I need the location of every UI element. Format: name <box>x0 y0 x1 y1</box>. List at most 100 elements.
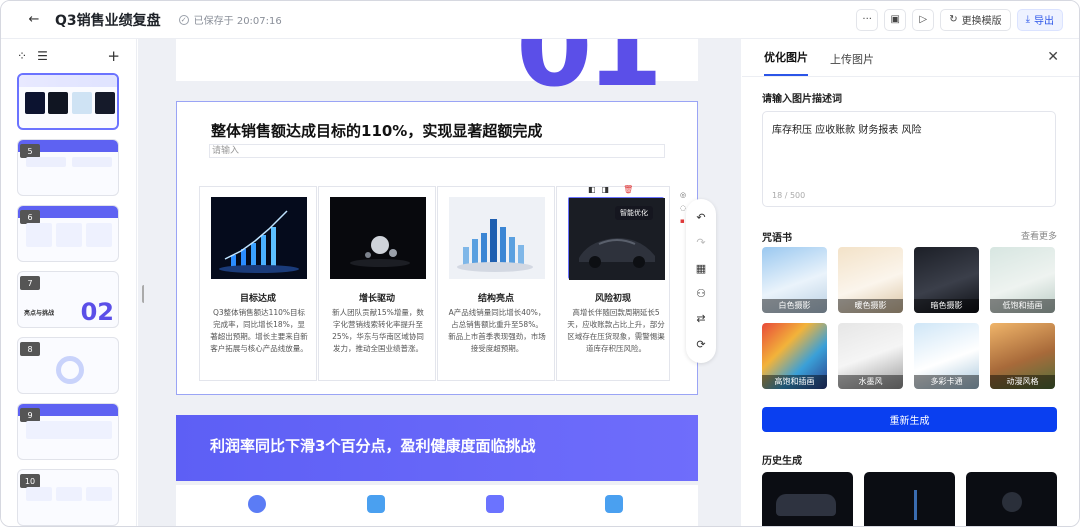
delete-icon[interactable]: 🗑 <box>623 185 633 194</box>
card-title: 目标达成 <box>239 294 276 304</box>
toolbar-actions: ··· ▣ ▷ ↻ 更换模版 ⤓ 导出 <box>856 8 1063 31</box>
slide-thumbnail[interactable]: 8 <box>17 337 119 394</box>
next-slide-banner[interactable]: 利润率同比下滑3个百分点，盈利健康度面临挑战 <box>176 415 698 481</box>
card-image[interactable] <box>449 197 545 279</box>
nodes-icon[interactable]: ⚇ <box>696 287 706 300</box>
description-input[interactable]: 库存积压 应收账款 财务报表 风险 18 / 500 <box>762 111 1056 207</box>
description-text: 库存积压 应收账款 财务报表 风险 <box>772 125 922 136</box>
collapse-handle[interactable] <box>142 285 146 303</box>
style-option[interactable]: 动漫风格 <box>990 323 1055 389</box>
previous-slide-fragment: 01 <box>176 39 698 111</box>
grid-view-icon[interactable]: ⁘ <box>17 49 27 63</box>
slide-thumbnail[interactable] <box>17 73 119 130</box>
close-icon[interactable]: ✕ <box>1047 49 1059 65</box>
thumb-block <box>95 92 115 114</box>
save-button[interactable]: ▣ <box>884 8 907 31</box>
style-option[interactable]: 水墨风 <box>838 323 903 389</box>
content-card[interactable]: 智能优化 风险初现 高增长伴随回款周期延长5天，应收账款占比上升，部分区域存在压… <box>556 186 670 381</box>
card-image[interactable] <box>211 197 307 279</box>
add-slide-icon[interactable]: + <box>107 47 120 65</box>
slide-thumbnail[interactable]: 9 <box>17 403 119 460</box>
change-template-button[interactable]: ↻ 更换模版 <box>940 8 1011 31</box>
export-button[interactable]: ⤓ 导出 <box>1016 8 1063 31</box>
sidebar-tools: ⁘ ☰ + <box>1 39 136 73</box>
current-slide[interactable]: 整体销售额达成目标的110%，实现显著超额完成 请输入 目标达成 Q3整体销售额… <box>176 101 698 395</box>
thumb-block <box>86 223 112 247</box>
style-option[interactable]: 低饱和插画 <box>990 247 1055 313</box>
card-description: 高增长伴随回款周期延长5天，应收账款占比上升，部分区域存在压货现象，需警惕渠道库… <box>567 308 665 353</box>
transform-icon[interactable]: ⇄ <box>696 312 705 325</box>
regenerate-button[interactable]: 重新生成 <box>762 407 1057 432</box>
card-description: 新人团队贡献15%增量，数字化营销线索转化率提升至25%，华东与华南区域协同发力… <box>332 308 424 353</box>
slide-thumbnail[interactable]: 10 <box>17 469 119 526</box>
slide-thumbnail[interactable]: 7 亮点与挑战 02 <box>17 271 119 328</box>
change-template-label: 更换模版 <box>961 16 1002 27</box>
slide-title[interactable]: 整体销售额达成目标的110%，实现显著超额完成 <box>211 120 542 141</box>
image-toolbar: ◧ ◨ 🗑 <box>588 182 644 196</box>
slide-number: 9 <box>20 408 40 422</box>
thumb-block <box>72 157 112 167</box>
align-left-icon[interactable]: ◧ <box>588 185 596 194</box>
thumb-header <box>19 75 117 87</box>
tab-upload-image[interactable]: 上传图片 <box>830 51 874 76</box>
slide-thumbnail[interactable]: 5 <box>17 139 119 196</box>
thumb-block <box>26 157 66 167</box>
document-title[interactable]: Q3销售业绩复盘 <box>55 10 161 30</box>
history-item[interactable] <box>966 472 1057 526</box>
thumb-block <box>25 92 45 114</box>
style-option[interactable]: 暗色摄影 <box>914 247 979 313</box>
style-option[interactable]: 高饱和插画 <box>762 323 827 389</box>
layout-grid-icon[interactable]: ▦ <box>696 262 706 275</box>
style-label: 白色摄影 <box>762 299 827 313</box>
style-option[interactable]: 暖色摄影 <box>838 247 903 313</box>
thumb-block <box>56 487 82 501</box>
growth-chart-image <box>211 197 307 279</box>
save-status: ✓ 已保存于 20:07:16 <box>178 12 282 27</box>
card-title: 结构亮点 <box>477 294 514 304</box>
thumb-block <box>26 421 112 439</box>
list-view-icon[interactable]: ☰ <box>37 49 48 63</box>
slide-thumbnail[interactable]: 6 <box>17 205 119 262</box>
style-option[interactable]: 多彩卡通 <box>914 323 979 389</box>
image-panel: 优化图片 上传图片 ✕ 请输入图片描述词 库存积压 应收账款 财务报表 风险 1… <box>742 39 1079 526</box>
cycle-icon[interactable]: ⟳ <box>696 338 705 351</box>
document-icon <box>486 495 504 513</box>
style-label: 多彩卡通 <box>914 375 979 389</box>
back-arrow-icon[interactable]: ← <box>23 9 45 31</box>
undo-icon[interactable]: ↶ <box>696 211 705 224</box>
card-title: 增长驱动 <box>358 294 395 304</box>
card-description: Q3整体销售额达110%目标完成率，同比增长18%，显著超出预期。增长主要来自新… <box>210 308 308 353</box>
more-button[interactable]: ··· <box>856 8 879 31</box>
export-label: 导出 <box>1034 16 1054 27</box>
thumb-block <box>72 92 92 114</box>
box-icon <box>605 495 623 513</box>
spellbook-label: 咒语书 <box>762 233 792 244</box>
style-option[interactable]: 白色摄影 <box>762 247 827 313</box>
subtitle-input[interactable]: 请输入 <box>209 144 665 158</box>
smart-optimize-badge[interactable]: 智能优化 <box>615 206 653 220</box>
tab-optimize-image[interactable]: 优化图片 <box>764 49 808 76</box>
history-item[interactable] <box>864 472 955 526</box>
thumb-block <box>56 223 82 247</box>
thumb-block <box>48 92 68 114</box>
thumb-ring <box>56 356 84 384</box>
style-label: 暖色摄影 <box>838 299 903 313</box>
save-status-text: 已保存于 20:07:16 <box>193 16 282 27</box>
play-button[interactable]: ▷ <box>912 8 935 31</box>
content-card[interactable]: 结构亮点 A产品线销量同比增长40%，占总销售额比重升至58%。新品上市首季表现… <box>437 186 555 381</box>
redo-icon[interactable]: ↷ <box>696 236 705 249</box>
content-card[interactable]: 目标达成 Q3整体销售额达110%目标完成率，同比增长18%，显著超出预期。增长… <box>199 186 317 381</box>
palette-icon[interactable]: ◎ <box>680 191 686 199</box>
align-right-icon[interactable]: ◨ <box>602 185 610 194</box>
card-image[interactable] <box>330 197 426 279</box>
content-card[interactable]: 增长驱动 新人团队贡献15%增量，数字化营销线索转化率提升至25%，华东与华南区… <box>318 186 436 381</box>
see-more-link[interactable]: 查看更多 <box>1021 229 1057 242</box>
more-icon: ··· <box>862 14 872 25</box>
slide-sidebar: ⁘ ☰ + 5 6 7 亮点与挑战 02 8 9 10 <box>1 39 137 526</box>
history-thumb-shape <box>1002 492 1022 512</box>
download-icon: ⤓ <box>1025 14 1030 25</box>
history-item[interactable] <box>762 472 853 526</box>
sphere-image <box>330 197 426 279</box>
card-image-selected[interactable]: 智能优化 <box>568 197 665 280</box>
history-thumb-shape <box>776 494 836 516</box>
